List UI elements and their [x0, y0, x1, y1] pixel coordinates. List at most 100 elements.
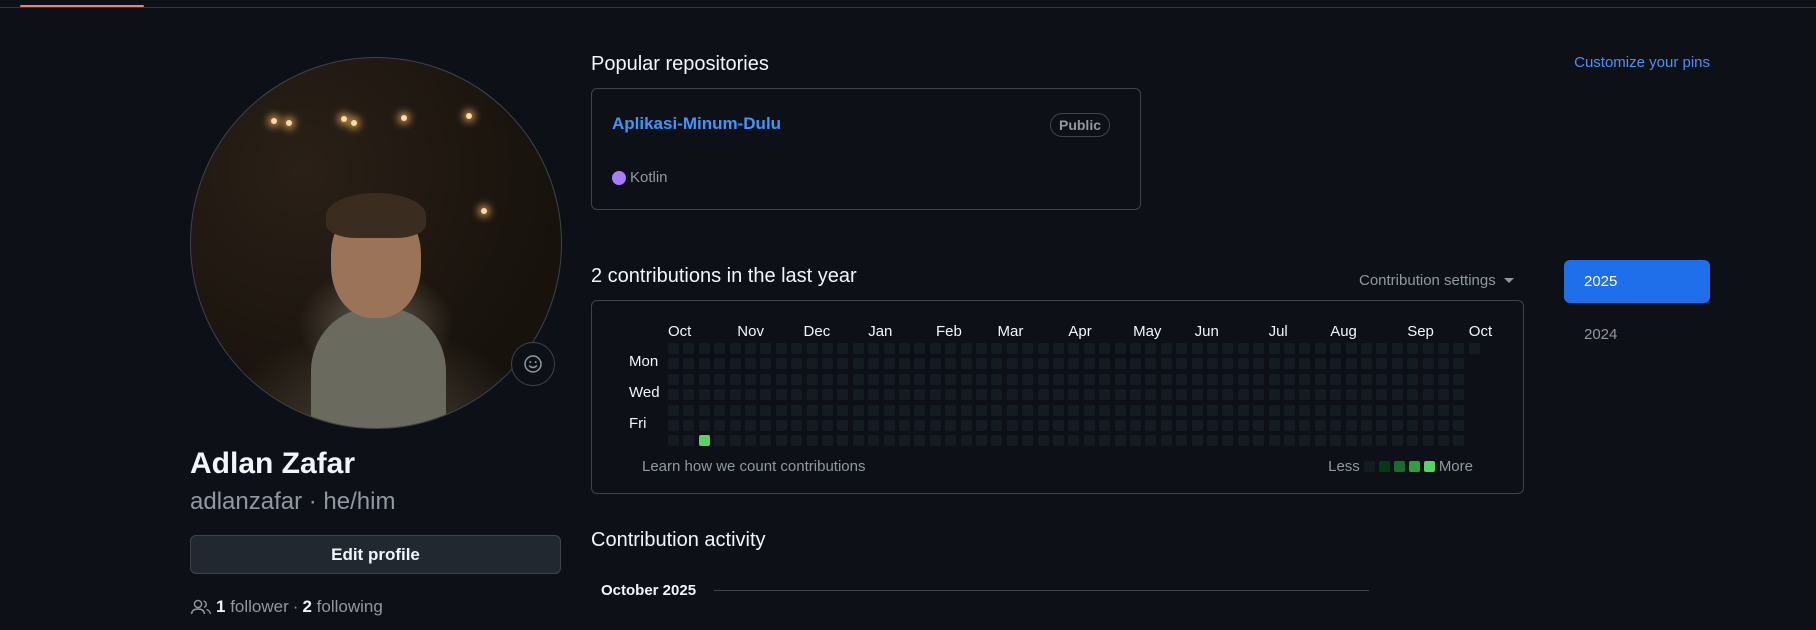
- repo-name-link[interactable]: Aplikasi-Minum-Dulu: [612, 114, 781, 134]
- contribution-day-cell[interactable]: [1345, 373, 1357, 385]
- contribution-day-cell[interactable]: [745, 343, 756, 354]
- contribution-day-cell[interactable]: [1114, 404, 1126, 416]
- contribution-day-cell[interactable]: [991, 373, 1003, 385]
- contribution-day-cell[interactable]: [1176, 373, 1188, 385]
- contribution-day-cell[interactable]: [914, 389, 926, 401]
- contribution-day-cell[interactable]: [1330, 420, 1342, 431]
- contribution-day-cell[interactable]: [1284, 358, 1295, 370]
- contribution-day-cell[interactable]: [1268, 435, 1280, 447]
- contribution-day-cell[interactable]: [1083, 343, 1095, 354]
- contribution-day-cell[interactable]: [1422, 404, 1434, 416]
- contribution-day-cell[interactable]: [745, 389, 756, 401]
- contribution-day-cell[interactable]: [1022, 420, 1034, 431]
- contribution-day-cell[interactable]: [1022, 389, 1034, 401]
- contribution-day-cell[interactable]: [822, 389, 833, 401]
- contribution-day-cell[interactable]: [1037, 389, 1049, 401]
- contribution-day-cell[interactable]: [1268, 343, 1280, 354]
- contribution-day-cell[interactable]: [1391, 373, 1403, 385]
- contribution-day-cell[interactable]: [745, 373, 756, 385]
- contribution-day-cell[interactable]: [1053, 435, 1064, 447]
- contribution-day-cell[interactable]: [1068, 343, 1080, 354]
- contribution-day-cell[interactable]: [1083, 420, 1095, 431]
- contribution-day-cell[interactable]: [729, 420, 741, 431]
- contribution-day-cell[interactable]: [852, 404, 864, 416]
- set-status-button[interactable]: [511, 342, 555, 386]
- contribution-day-cell[interactable]: [1006, 404, 1018, 416]
- edit-profile-button[interactable]: Edit profile: [190, 535, 561, 574]
- contribution-day-cell[interactable]: [1345, 358, 1357, 370]
- contribution-day-cell[interactable]: [1237, 389, 1249, 401]
- contribution-day-cell[interactable]: [1376, 343, 1388, 354]
- contribution-day-cell[interactable]: [1022, 404, 1034, 416]
- contribution-day-cell[interactable]: [929, 435, 941, 447]
- contribution-day-cell[interactable]: [1299, 420, 1311, 431]
- contribution-day-cell[interactable]: [1006, 420, 1018, 431]
- contribution-day-cell[interactable]: [1130, 420, 1141, 431]
- contribution-day-cell[interactable]: [1207, 404, 1218, 416]
- contribution-day-cell[interactable]: [837, 343, 849, 354]
- contribution-day-cell[interactable]: [698, 420, 710, 431]
- contribution-day-cell[interactable]: [1022, 343, 1034, 354]
- contribution-day-cell[interactable]: [1176, 435, 1188, 447]
- contribution-day-cell[interactable]: [683, 343, 695, 354]
- contribution-day-cell[interactable]: [1130, 435, 1141, 447]
- contribution-day-cell[interactable]: [1176, 358, 1188, 370]
- contribution-day-cell[interactable]: [1130, 389, 1141, 401]
- contribution-day-cell[interactable]: [914, 358, 926, 370]
- contribution-day-cell[interactable]: [1284, 404, 1295, 416]
- contribution-day-cell[interactable]: [1376, 358, 1388, 370]
- contribution-day-cell[interactable]: [899, 404, 910, 416]
- contribution-day-cell[interactable]: [1207, 420, 1218, 431]
- contribution-day-cell[interactable]: [1268, 389, 1280, 401]
- contribution-day-cell[interactable]: [929, 404, 941, 416]
- contribution-day-cell[interactable]: [714, 343, 726, 354]
- contribution-day-cell[interactable]: [1268, 404, 1280, 416]
- contribution-day-cell[interactable]: [683, 404, 695, 416]
- contribution-day-cell[interactable]: [1053, 389, 1064, 401]
- contribution-day-cell[interactable]: [791, 389, 803, 401]
- contribution-day-cell[interactable]: [1145, 373, 1157, 385]
- contribution-day-cell[interactable]: [1130, 373, 1141, 385]
- contribution-day-cell[interactable]: [1314, 358, 1326, 370]
- contribution-day-cell[interactable]: [1361, 435, 1372, 447]
- contribution-day-cell[interactable]: [1191, 343, 1203, 354]
- contribution-day-cell[interactable]: [1361, 389, 1372, 401]
- contribution-day-cell[interactable]: [698, 343, 710, 354]
- contribution-day-cell[interactable]: [852, 420, 864, 431]
- contribution-day-cell[interactable]: [1330, 373, 1342, 385]
- contribution-day-cell[interactable]: [1361, 343, 1372, 354]
- contribution-day-cell[interactable]: [883, 358, 895, 370]
- contribution-day-cell[interactable]: [714, 358, 726, 370]
- contribution-day-cell[interactable]: [745, 358, 756, 370]
- contribution-day-cell[interactable]: [1422, 420, 1434, 431]
- contribution-day-cell[interactable]: [1145, 404, 1157, 416]
- contribution-day-cell[interactable]: [714, 389, 726, 401]
- contribution-day-cell[interactable]: [760, 420, 772, 431]
- contribution-day-cell[interactable]: [1114, 343, 1126, 354]
- contribution-day-cell[interactable]: [1453, 420, 1465, 431]
- contribution-day-cell[interactable]: [914, 420, 926, 431]
- contribution-day-cell[interactable]: [1083, 404, 1095, 416]
- contribution-day-cell[interactable]: [1022, 435, 1034, 447]
- contribution-day-cell[interactable]: [1391, 389, 1403, 401]
- contribution-day-cell[interactable]: [1391, 404, 1403, 416]
- contribution-day-cell[interactable]: [1253, 389, 1265, 401]
- contribution-day-cell[interactable]: [1438, 373, 1449, 385]
- contribution-day-cell[interactable]: [852, 373, 864, 385]
- contribution-day-cell[interactable]: [1376, 435, 1388, 447]
- contribution-day-cell[interactable]: [1068, 389, 1080, 401]
- contribution-day-cell[interactable]: [929, 373, 941, 385]
- contribution-day-cell[interactable]: [868, 404, 880, 416]
- contribution-day-cell[interactable]: [1422, 435, 1434, 447]
- contribution-day-cell[interactable]: [683, 373, 695, 385]
- contribution-day-cell[interactable]: [960, 420, 972, 431]
- contribution-day-cell[interactable]: [791, 373, 803, 385]
- contribution-day-cell[interactable]: [899, 343, 910, 354]
- contribution-day-cell[interactable]: [976, 420, 987, 431]
- contribution-day-cell[interactable]: [1037, 373, 1049, 385]
- contribution-day-cell[interactable]: [1407, 435, 1419, 447]
- contribution-day-cell[interactable]: [1083, 389, 1095, 401]
- contribution-day-cell[interactable]: [1068, 358, 1080, 370]
- contribution-day-cell[interactable]: [852, 343, 864, 354]
- contribution-day-cell[interactable]: [1022, 373, 1034, 385]
